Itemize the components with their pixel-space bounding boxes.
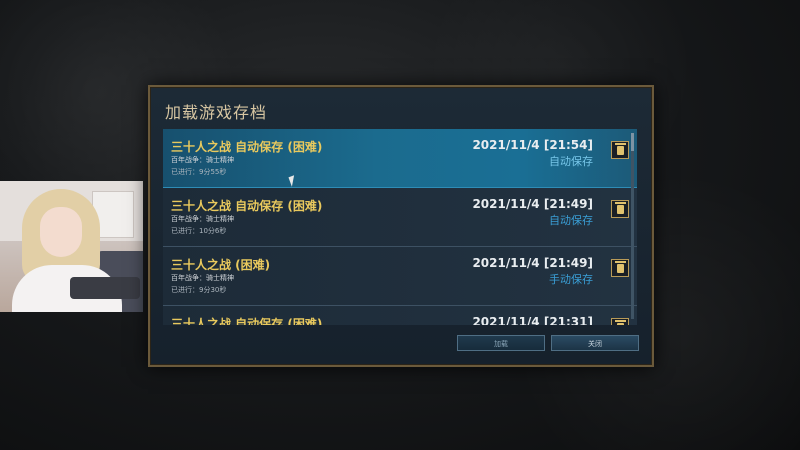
delete-save-button[interactable] (611, 259, 629, 277)
streamer-webcam (0, 181, 143, 312)
save-played-time: 已进行：9分55秒 (171, 168, 227, 176)
trash-icon (614, 142, 626, 155)
scrollbar-thumb[interactable] (631, 133, 634, 151)
save-row[interactable]: 三十人之战 自动保存 (困难) 百年战争：骑士精神 已进行：9分55秒 2021… (163, 129, 637, 188)
save-subtitle: 百年战争：骑士精神 (171, 156, 234, 164)
trash-icon (614, 319, 626, 325)
save-date: 2021/11/4 [21:54] (472, 138, 593, 152)
save-type: 自动保存 (549, 155, 593, 168)
save-played-time: 已进行：9分30秒 (171, 286, 227, 294)
close-button[interactable]: 关闭 (551, 335, 639, 351)
save-list: 三十人之战 自动保存 (困难) 百年战争：骑士精神 已进行：9分55秒 2021… (163, 129, 637, 325)
delete-save-button[interactable] (611, 318, 629, 325)
save-row[interactable]: 三十人之战 自动保存 (困难) 2021/11/4 [21:31] (163, 306, 637, 325)
webcam-face (40, 207, 82, 257)
save-played-time: 已进行：10分6秒 (171, 227, 227, 235)
delete-save-button[interactable] (611, 200, 629, 218)
load-button[interactable]: 加载 (457, 335, 545, 351)
save-type: 手动保存 (549, 273, 593, 286)
save-type: 自动保存 (549, 214, 593, 227)
save-subtitle: 百年战争：骑士精神 (171, 215, 234, 223)
save-row[interactable]: 三十人之战 自动保存 (困难) 百年战争：骑士精神 已进行：10分6秒 2021… (163, 188, 637, 247)
save-list-scrollbar[interactable] (631, 133, 634, 319)
delete-save-button[interactable] (611, 141, 629, 159)
save-date: 2021/11/4 [21:31] (472, 315, 593, 325)
save-subtitle: 百年战争：骑士精神 (171, 274, 234, 282)
save-date: 2021/11/4 [21:49] (472, 197, 593, 211)
save-title: 三十人之战 自动保存 (困难) (171, 317, 323, 325)
webcam-microphone (70, 277, 140, 299)
save-date: 2021/11/4 [21:49] (472, 256, 593, 270)
save-row[interactable]: 三十人之战 (困难) 百年战争：骑士精神 已进行：9分30秒 2021/11/4… (163, 247, 637, 306)
trash-icon (614, 260, 626, 273)
dialog-title: 加载游戏存档 (165, 103, 268, 122)
save-title: 三十人之战 自动保存 (困难) (171, 199, 323, 213)
trash-icon (614, 201, 626, 214)
load-game-dialog: 加载游戏存档 三十人之战 自动保存 (困难) 百年战争：骑士精神 已进行：9分5… (148, 85, 654, 367)
save-title: 三十人之战 (困难) (171, 258, 271, 272)
save-title: 三十人之战 自动保存 (困难) (171, 140, 323, 154)
